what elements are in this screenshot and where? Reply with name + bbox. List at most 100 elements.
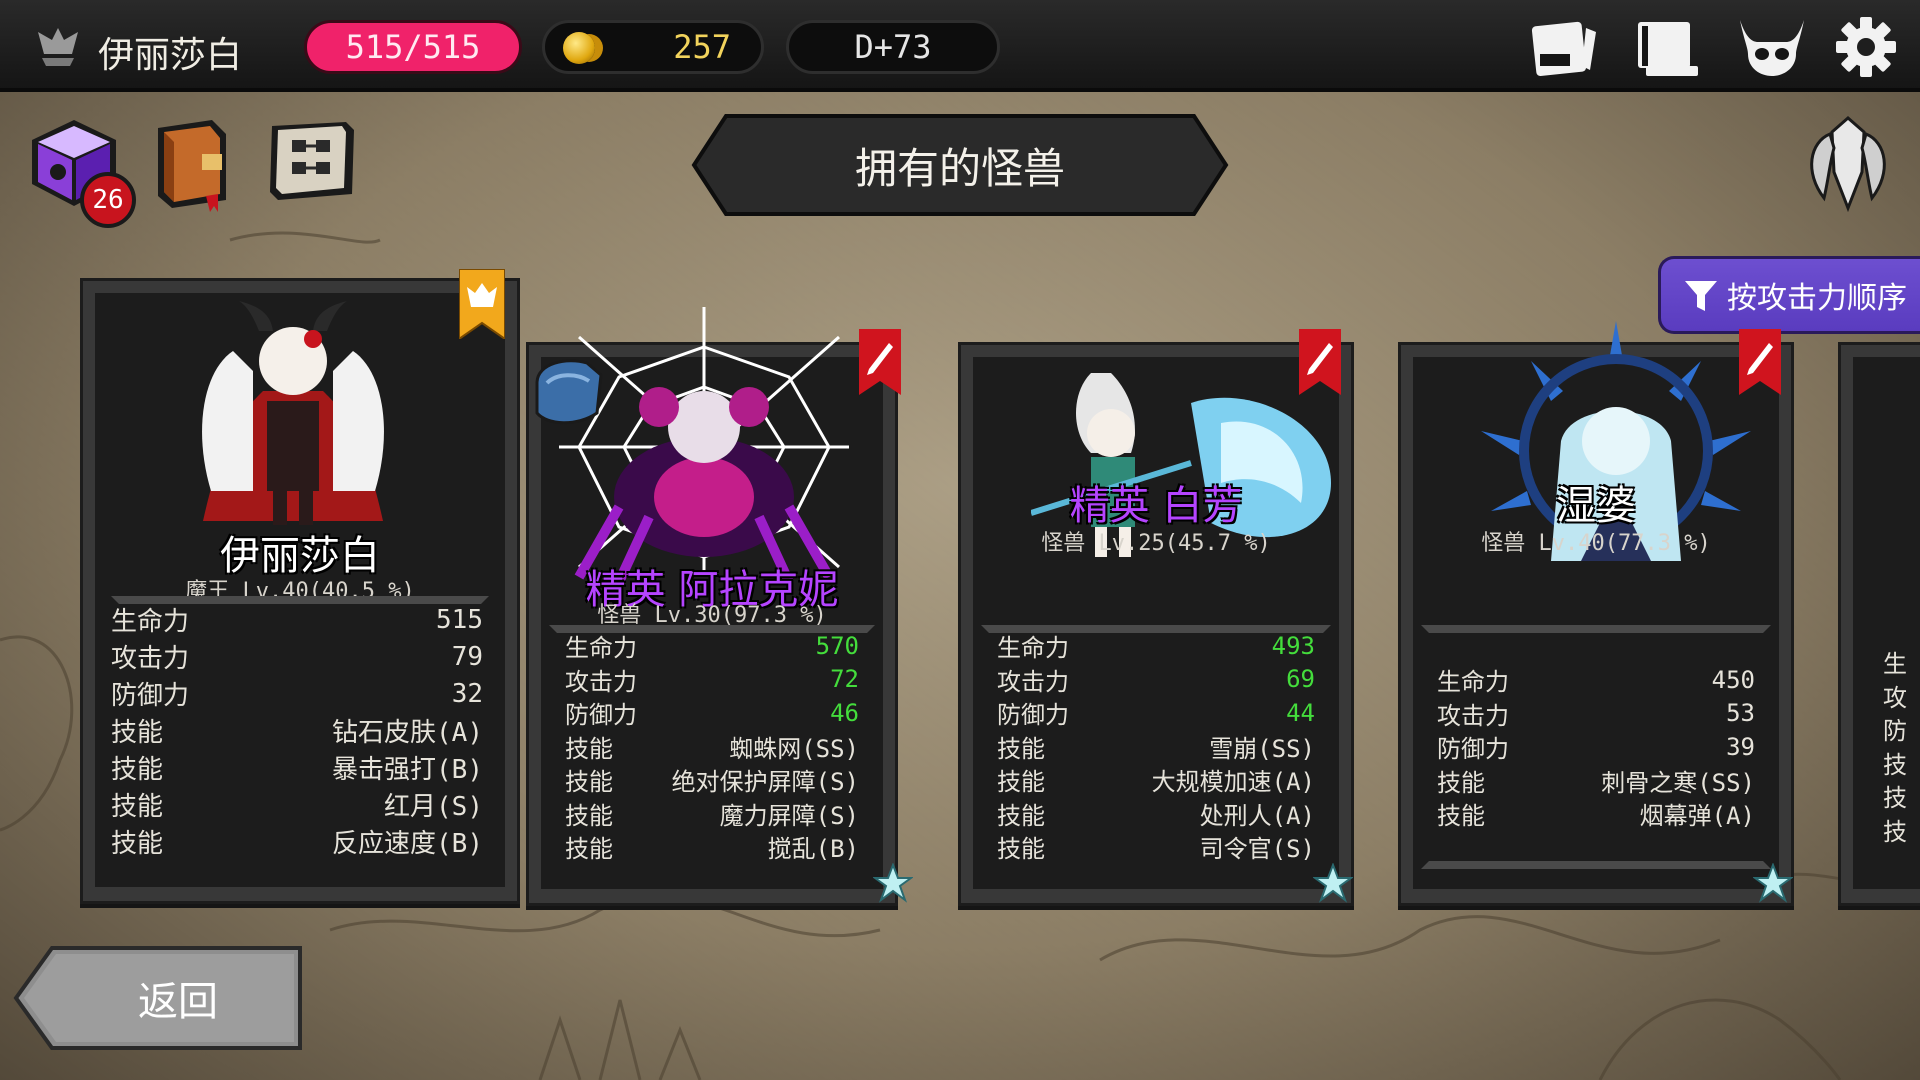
- gear-icon[interactable]: [1830, 14, 1902, 80]
- stat-value: 493: [1271, 631, 1315, 660]
- monster-rank: 怪兽: [1041, 531, 1086, 556]
- stat-row: 技能 司令官(S): [997, 830, 1315, 864]
- stat-label: 防御力: [1437, 735, 1509, 764]
- stat-label: 防御力: [565, 701, 637, 730]
- armor-item-icon: [535, 359, 603, 425]
- day-counter: D+73: [786, 20, 1000, 74]
- edit-flag-icon[interactable]: [1739, 329, 1781, 395]
- stat-list: 生命力 493 攻击力 69 防御力 44 技能 雪崩(SS) 技能 大规模加速(A) 技…: [997, 629, 1315, 864]
- stat-label: 技能: [565, 835, 613, 864]
- stat-row: 攻击力 72: [565, 663, 859, 697]
- sort-label: 按攻击力顺序: [1727, 281, 1907, 316]
- star-rank-icon: [1313, 863, 1353, 903]
- stat-row: 技能 钻石皮肤(A): [111, 712, 483, 749]
- edit-flag-icon[interactable]: [1299, 329, 1341, 395]
- stat-row: 攻击力 79: [111, 638, 483, 675]
- stat-row: 生命力 570: [565, 629, 859, 663]
- demon-king-portrait: [202, 301, 384, 525]
- stat-value: 暴击强打(B): [332, 755, 483, 785]
- stat-label: 攻击力: [997, 667, 1069, 696]
- stat-row: 技能 处刑人(A): [997, 797, 1315, 831]
- stat-label: 技能: [565, 768, 613, 797]
- stat-label: 生命力: [565, 634, 637, 663]
- stat-label: 技能: [997, 801, 1045, 830]
- monster-name: 精英 白芳: [1069, 483, 1243, 529]
- page-title: 拥有的怪兽: [854, 143, 1065, 193]
- stat-value: 32: [451, 678, 483, 709]
- stat-row: 技能 蜘蛛网(SS): [565, 730, 859, 764]
- stat-label: 攻击力: [111, 644, 190, 674]
- stat-label: 攻击力: [1437, 701, 1509, 730]
- stat-value: 46: [830, 698, 859, 727]
- star-rank-icon: [1753, 863, 1793, 903]
- stat-label: 生命力: [997, 634, 1069, 663]
- monster-level: Lv.25(45.7 %): [1085, 531, 1271, 556]
- formation-scroll-icon[interactable]: [262, 116, 360, 208]
- stat-row: 生: [1883, 645, 1920, 679]
- stat-label: 技: [1883, 817, 1907, 846]
- stat-row: 防: [1883, 712, 1920, 746]
- stat-list: 生命力 450 攻击力 53 防御力 39 技能 刺骨之寒(SS) 技能 烟幕弹(A): [1437, 663, 1755, 831]
- gold-counter: 257: [542, 20, 764, 74]
- stat-label: 防御力: [997, 701, 1069, 730]
- stat-divider: [1421, 861, 1771, 869]
- stat-value: 蜘蛛网(SS): [729, 734, 859, 763]
- stat-row: 技能 反应速度(B): [111, 823, 483, 860]
- stat-label: 生命力: [1437, 668, 1509, 697]
- stat-value: 红月(S): [384, 792, 483, 822]
- gold-coin-icon: [563, 32, 595, 64]
- arachne-portrait: [559, 307, 849, 585]
- stat-label: 技能: [111, 792, 164, 822]
- winged-shield-icon[interactable]: [1800, 112, 1896, 214]
- back-button[interactable]: 返回: [12, 944, 304, 1052]
- stat-label: 技能: [997, 734, 1045, 763]
- stat-row: 防御力 44: [997, 696, 1315, 730]
- stat-value: 79: [451, 641, 483, 672]
- monster-rank: 怪兽: [1481, 531, 1526, 556]
- quest-card-icon[interactable]: [1528, 14, 1600, 80]
- stat-row: 生命力 493: [997, 629, 1315, 663]
- stat-value: 570: [815, 631, 859, 660]
- stat-row: 攻击力 69: [997, 663, 1315, 697]
- inventory-count-badge: 26: [80, 172, 136, 228]
- stat-row: 技: [1883, 779, 1920, 813]
- stat-value: 绝对保护屏障(S): [671, 768, 859, 797]
- spellbook-icon[interactable]: [146, 114, 236, 214]
- gold-amount: 257: [673, 28, 731, 66]
- monster-card[interactable]: 湿婆 怪兽 Lv.40(77.3 %) 生命力 450 攻击力 53 防御力 39 技…: [1398, 321, 1794, 906]
- stat-label: 技能: [565, 734, 613, 763]
- stat-row: 防御力 32: [111, 675, 483, 712]
- stat-list: 生命力 515 攻击力 79 防御力 32 技能 钻石皮肤(A) 技能 暴击强打(B) 技…: [111, 601, 483, 860]
- stat-value: 司令官(S): [1199, 835, 1315, 864]
- stat-value: 搅乱(B): [767, 835, 859, 864]
- stat-row: 技: [1883, 746, 1920, 780]
- player-name: 伊丽莎白: [98, 35, 243, 76]
- stat-label: 技: [1883, 784, 1907, 813]
- stat-row: 技能 大规模加速(A): [997, 763, 1315, 797]
- stat-row: 技能 红月(S): [111, 786, 483, 823]
- stat-label: 技能: [111, 829, 164, 859]
- hp-counter: 515/515: [304, 20, 522, 74]
- journal-book-icon[interactable]: [1632, 14, 1704, 80]
- stat-value: 39: [1726, 732, 1755, 761]
- edit-flag-icon[interactable]: [859, 329, 901, 395]
- monster-rank-level: 怪兽 Lv.25(45.7 %): [961, 525, 1351, 557]
- monster-card[interactable]: 伊丽莎白 魔王 Lv.40(40.5 %) 生命力 515 攻击力 79 防御力 32…: [80, 269, 520, 904]
- demon-king-ribbon-icon: [459, 269, 505, 339]
- monster-card[interactable]: 精英 阿拉克妮 怪兽 Lv.30(97.3 %) 生命力 570 攻击力 72 防御…: [526, 307, 913, 906]
- monster-card[interactable]: 生 攻 防 技 技 技: [1838, 342, 1920, 906]
- stat-value: 450: [1711, 665, 1755, 694]
- stat-label: 技能: [1437, 768, 1485, 797]
- monster-card[interactable]: 精英 白芳 怪兽 Lv.25(45.7 %) 生命力 493 攻击力 69 防御力 4…: [958, 329, 1354, 906]
- stat-value: 处刑人(A): [1199, 801, 1315, 830]
- stat-row: 攻: [1883, 679, 1920, 713]
- page-title-banner: 拥有的怪兽: [690, 112, 1230, 218]
- stat-value: 魔力屏障(S): [719, 801, 859, 830]
- demon-skull-icon[interactable]: [1736, 14, 1808, 80]
- stat-value: 69: [1286, 665, 1315, 694]
- stat-label: 生: [1883, 650, 1907, 679]
- stat-value: 烟幕弹(A): [1639, 802, 1755, 831]
- stat-list: 生命力 570 攻击力 72 防御力 46 技能 蜘蛛网(SS) 技能 绝对保护屏障(S)…: [565, 629, 859, 864]
- stat-label: 技能: [1437, 802, 1485, 831]
- stat-value: 反应速度(B): [332, 829, 483, 859]
